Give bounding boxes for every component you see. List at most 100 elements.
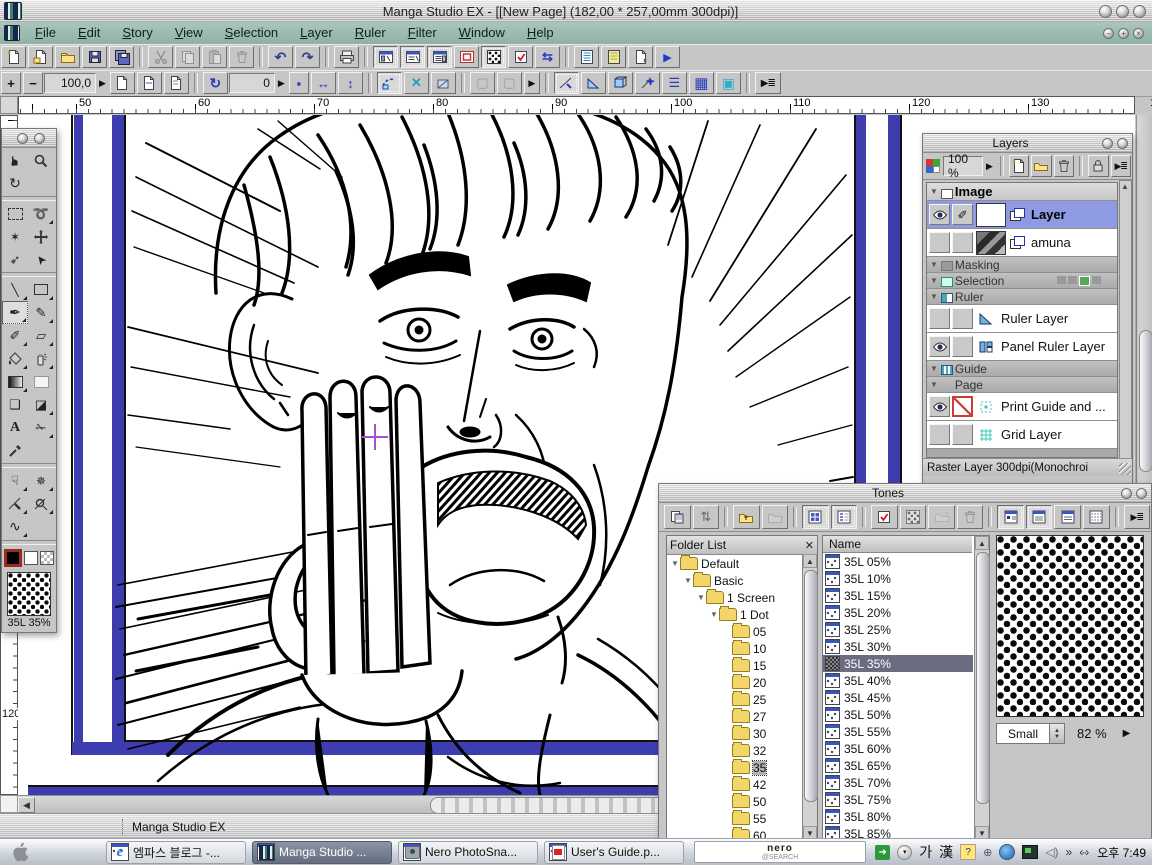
tool-magic-wand[interactable]: ✶ (2, 225, 28, 248)
folder-tree-item[interactable]: 20 (667, 674, 817, 691)
tone-item[interactable]: 35L 20% (823, 604, 973, 621)
tone-item[interactable]: 35L 40% (823, 672, 973, 689)
tone-menu-button[interactable]: ▶≣ (1124, 505, 1151, 529)
tool-lasso[interactable]: ➰ (28, 202, 54, 225)
layer-row-print-guide-and-[interactable]: Print Guide and ... (927, 393, 1117, 421)
new-story-button[interactable] (28, 46, 53, 68)
edit-toggle[interactable] (952, 232, 973, 253)
nero-search-box[interactable]: nero @SEARCH (694, 841, 866, 863)
visibility-toggle[interactable] (929, 204, 950, 225)
folder-tree-item[interactable]: 05 (667, 623, 817, 640)
mdi-close-button[interactable]: × (1133, 28, 1144, 39)
selection-mini-icons[interactable] (1057, 276, 1101, 286)
zoom-out-button[interactable]: − (23, 72, 43, 94)
ruler-figure-button[interactable] (581, 72, 606, 94)
new-layer-button[interactable] (1009, 155, 1030, 177)
folder-tree-item[interactable]: ▼Basic (667, 572, 817, 589)
start-button[interactable] (4, 841, 38, 863)
palette-actions-button[interactable]: ▶ (655, 46, 680, 68)
tool-marquee[interactable] (2, 202, 28, 225)
thumbnail-view-button[interactable] (802, 505, 829, 529)
menu-ruler[interactable]: Ruler (344, 24, 397, 41)
next-page-button[interactable]: ▢ (497, 72, 522, 94)
expand-triangle-icon[interactable]: ▼ (710, 610, 719, 619)
layers-close-button[interactable] (1117, 138, 1128, 149)
ruler-pen-button[interactable] (554, 72, 579, 94)
color-mode-icon[interactable] (926, 159, 940, 173)
tool-hand[interactable]: ☛ (2, 149, 28, 172)
view-list-button[interactable] (1083, 505, 1110, 529)
tool-object-select[interactable]: ➤ (28, 248, 54, 271)
menu-view[interactable]: View (164, 24, 214, 41)
layer-group-page[interactable]: ▼Page (927, 377, 1117, 393)
menu-filter[interactable]: Filter (397, 24, 448, 41)
layer-group-guide[interactable]: ▼Guide (927, 361, 1117, 377)
copy-button[interactable] (175, 46, 200, 68)
tool-smudge[interactable]: ☟ (2, 469, 28, 492)
new-folder-button[interactable] (1031, 155, 1052, 177)
layers-scrollbar[interactable]: ▲ ▼ (1119, 180, 1132, 468)
folder-tree-item[interactable]: 32 (667, 742, 817, 759)
tones-collapse-button[interactable] (1121, 488, 1132, 499)
view-tone-button[interactable] (1026, 505, 1053, 529)
tone-item[interactable]: 35L 55% (823, 723, 973, 740)
paste-button[interactable] (202, 46, 227, 68)
folder-tree-item[interactable]: 50 (667, 793, 817, 810)
folder-tree-item[interactable]: 15 (667, 657, 817, 674)
tool-ruler-select[interactable] (28, 492, 54, 515)
toolbox-collapse-button[interactable] (17, 133, 28, 144)
paste-tone-button[interactable] (664, 505, 691, 529)
redo-button[interactable]: ↷ (295, 46, 320, 68)
snap-ruler-button[interactable] (377, 72, 402, 94)
menu-story[interactable]: Story (111, 24, 163, 41)
window-minimize-button[interactable] (1099, 5, 1112, 18)
tool-line[interactable]: ╲ (2, 278, 28, 301)
folder-tree-scrollbar[interactable]: ▲ ▼ (802, 554, 817, 840)
messenger-icon[interactable] (999, 844, 1015, 860)
tool-panel-cutter[interactable]: ◪ (28, 393, 54, 416)
tone-item[interactable]: 35L 75% (823, 791, 973, 808)
visibility-toggle[interactable] (929, 336, 950, 357)
toolbox-titlebar[interactable] (2, 129, 56, 148)
tool-pattern-spray[interactable]: ✵ (28, 469, 54, 492)
folder-scroll-thumb[interactable] (804, 570, 818, 802)
palette-materials-button[interactable] (574, 46, 599, 68)
palette-gray-button[interactable] (601, 46, 626, 68)
properties-button[interactable] (871, 505, 898, 529)
folder-tree-item[interactable]: ▼1 Screen (667, 589, 817, 606)
tone-item[interactable]: 35L 70% (823, 774, 973, 791)
mdi-minimize-button[interactable]: – (1103, 28, 1114, 39)
new-page-button[interactable] (1, 46, 26, 68)
tool-marker[interactable]: ✐ (2, 324, 28, 347)
name-column-header[interactable]: Name (823, 536, 972, 553)
expand-triangle-icon[interactable]: ▼ (671, 559, 680, 568)
layer-group-ruler[interactable]: ▼Ruler (927, 289, 1117, 305)
visibility-toggle[interactable] (929, 396, 950, 417)
tone-item[interactable]: 35L 10% (823, 570, 973, 587)
snap-free-button[interactable]: ✕ (404, 72, 429, 94)
window-close-button[interactable] (1133, 5, 1146, 18)
actual-size-button[interactable] (164, 72, 189, 94)
menu-selection[interactable]: Selection (214, 24, 289, 41)
tone-item[interactable]: 35L 65% (823, 757, 973, 774)
palette-custom-button[interactable] (628, 46, 653, 68)
language-bar-arrow-icon[interactable]: ➜ (875, 845, 890, 860)
tool-path-select[interactable]: ➶ (2, 248, 28, 271)
swatch-transparent[interactable] (40, 551, 54, 565)
visibility-toggle[interactable] (929, 308, 950, 329)
overflow-chevron-icon[interactable]: » (1066, 845, 1073, 859)
layer-group-image[interactable]: ▼Image (927, 183, 1117, 201)
tone-item[interactable]: 35L 80% (823, 808, 973, 825)
task-pdf[interactable]: User's Guide.p... (544, 841, 684, 864)
delete-tone-button[interactable] (957, 505, 984, 529)
fit-width-button[interactable] (137, 72, 162, 94)
tone-item[interactable]: 35L 30% (823, 638, 973, 655)
scroll-up-arrow[interactable]: ▲ (975, 536, 989, 550)
layer-menu-button[interactable]: ▶≣ (1111, 155, 1132, 177)
tool-text[interactable]: A (2, 416, 28, 439)
folder-list-close-icon[interactable]: ✕ (805, 539, 814, 552)
menu-file[interactable]: File (24, 24, 67, 41)
cut-button[interactable] (148, 46, 173, 68)
tones-titlebar[interactable]: Tones (659, 484, 1151, 503)
folder-tree-item[interactable]: 42 (667, 776, 817, 793)
